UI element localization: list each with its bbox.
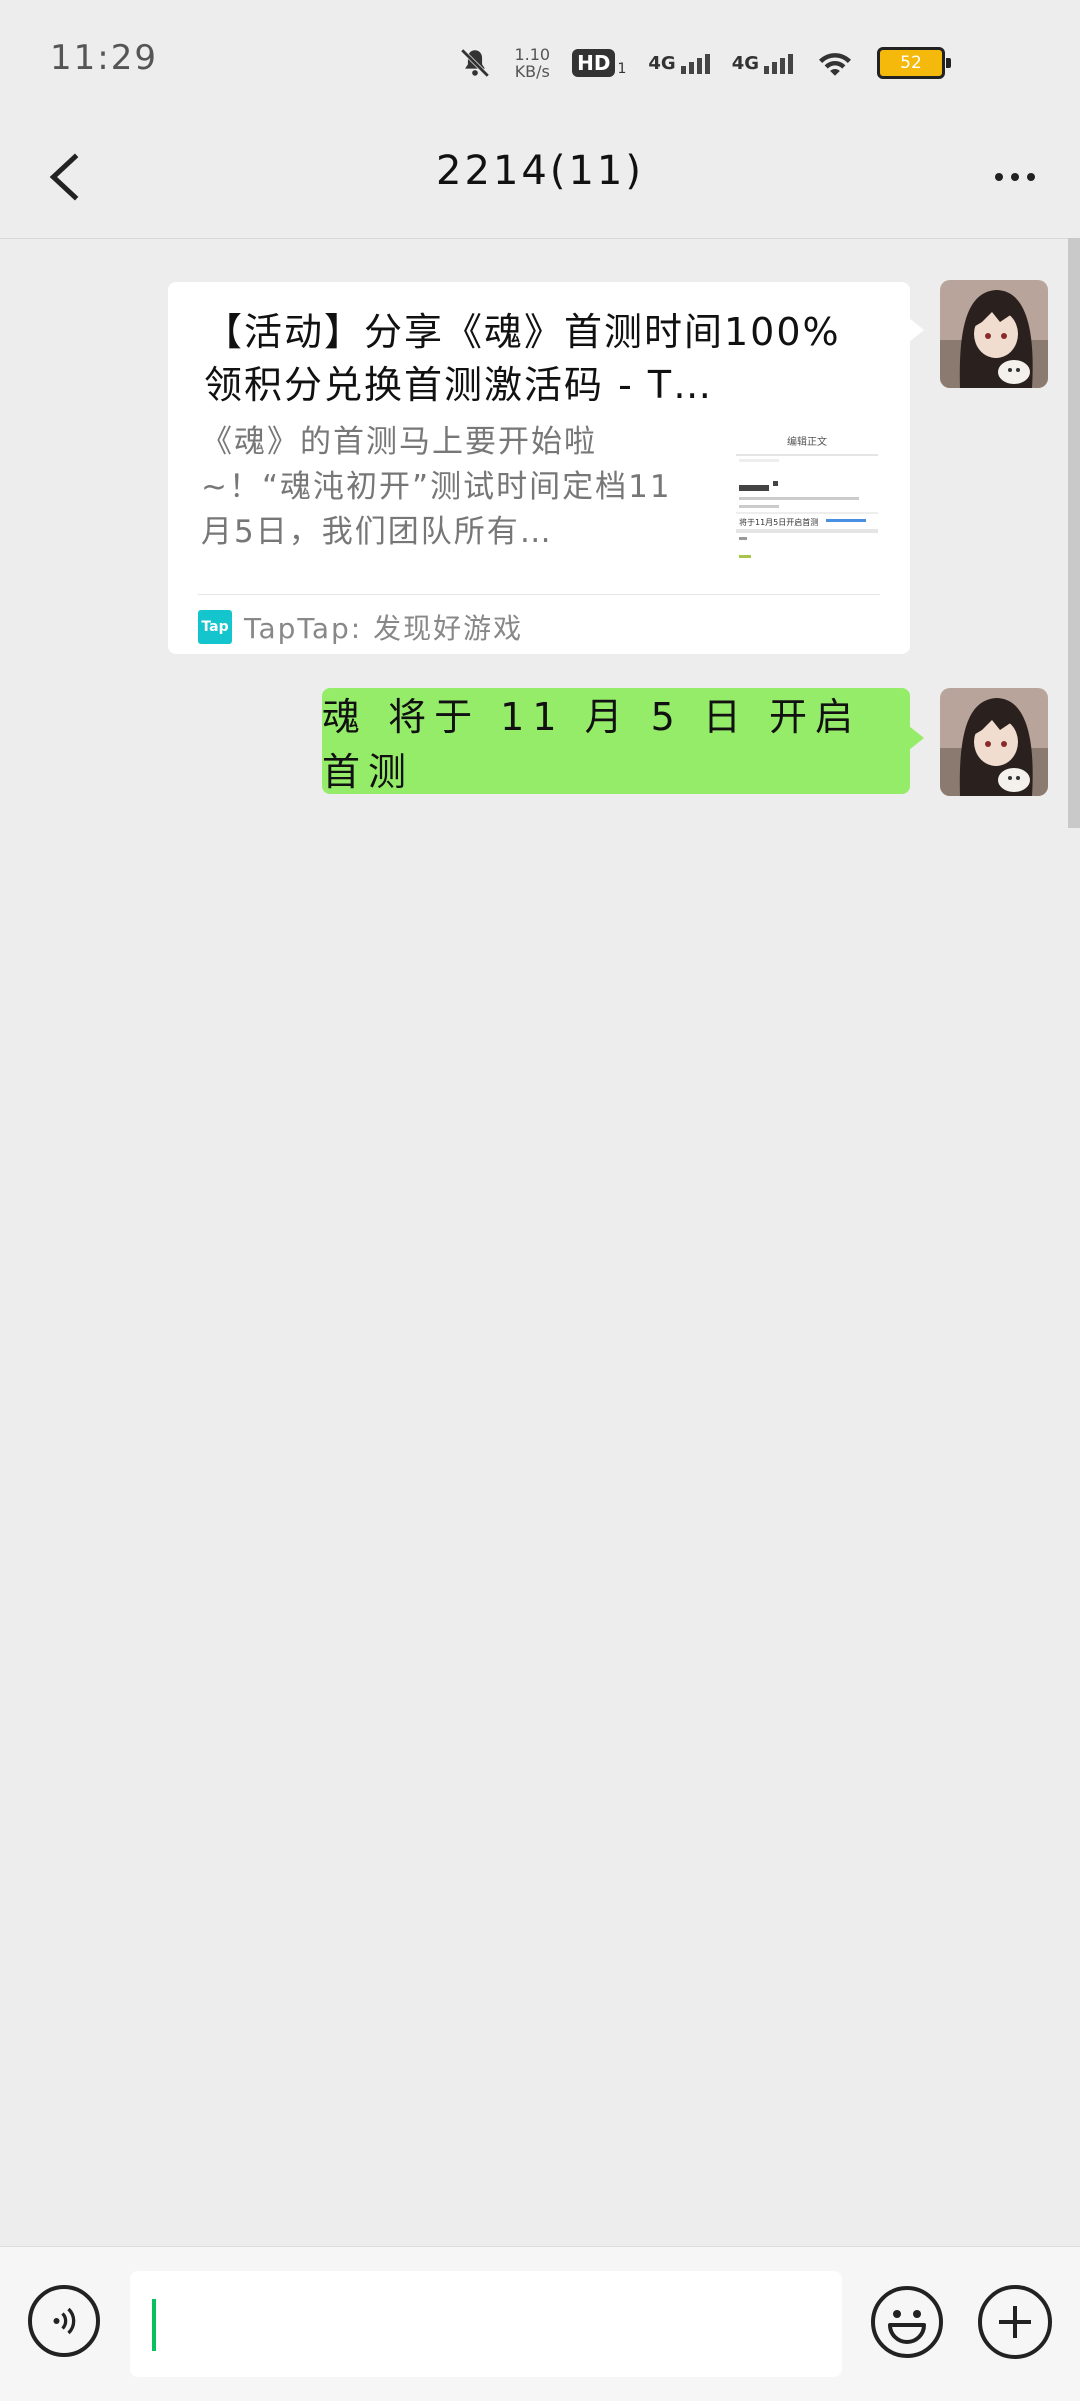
avatar[interactable] (940, 280, 1048, 388)
link-card-title: 【活动】分享《魂》首测时间100%领积分兑换首测激活码 - T… (204, 310, 841, 407)
avatar-image (940, 280, 1048, 388)
status-icons: 1.10 KB/s HD 1 4G 4G 52 (458, 38, 951, 88)
avatar[interactable] (940, 688, 1048, 796)
signal-icon-1: 4G (648, 53, 710, 74)
scrollbar[interactable] (1068, 238, 1080, 828)
ellipsis-icon (995, 173, 1003, 181)
voice-icon (53, 2307, 76, 2335)
emoji-icon[interactable] (870, 2285, 944, 2359)
avatar-image (940, 688, 1048, 796)
more-button[interactable] (980, 142, 1050, 212)
status-time: 11:29 (50, 38, 158, 78)
battery-icon: 52 (877, 47, 951, 79)
voice-button[interactable] (28, 2285, 100, 2357)
plus-icon (999, 2306, 1031, 2338)
status-bar: 11:29 1.10 KB/s HD 1 4G 4G 52 (0, 0, 1080, 120)
wifi-icon (819, 53, 851, 76)
hd-indicator: HD 1 (572, 49, 626, 77)
chat-title: 2214(11) (436, 148, 644, 194)
taptap-logo-icon: Tap (198, 610, 232, 644)
text-message: 魂 将于 11 月 5 日 开启 首测 (322, 695, 862, 794)
message-input[interactable] (130, 2271, 842, 2377)
plus-button[interactable] (978, 2285, 1052, 2359)
link-card-message[interactable]: 【活动】分享《魂》首测时间100%领积分兑换首测激活码 - T… 《魂》的首测马… (168, 282, 924, 654)
signal-icon-2: 4G (732, 53, 793, 74)
link-card-divider (198, 594, 880, 595)
thumb-line: 将于11月5日开启首测 (739, 517, 818, 527)
input-bar (0, 2246, 1080, 2401)
text-message-bubble[interactable]: 魂 将于 11 月 5 日 开启 首测 (322, 688, 924, 794)
text-cursor (152, 2299, 156, 2351)
chat-header: 2214(11) (0, 120, 1080, 239)
link-card-source-name: TapTap: 发现好游戏 (244, 612, 524, 645)
link-card-thumbnail: 编辑正文 将于11月5日开启首测 (736, 427, 878, 575)
mute-bell-icon (461, 48, 490, 78)
net-speed: 1.10 KB/s (514, 45, 551, 81)
thumb-heading: 编辑正文 (787, 435, 827, 448)
link-card-description: 《魂》的首测马上要开始啦~！“魂沌初开”测试时间定档11月5日，我们团队所有… (201, 424, 672, 550)
link-card-source: Tap TapTap: 发现好游戏 (198, 607, 523, 647)
